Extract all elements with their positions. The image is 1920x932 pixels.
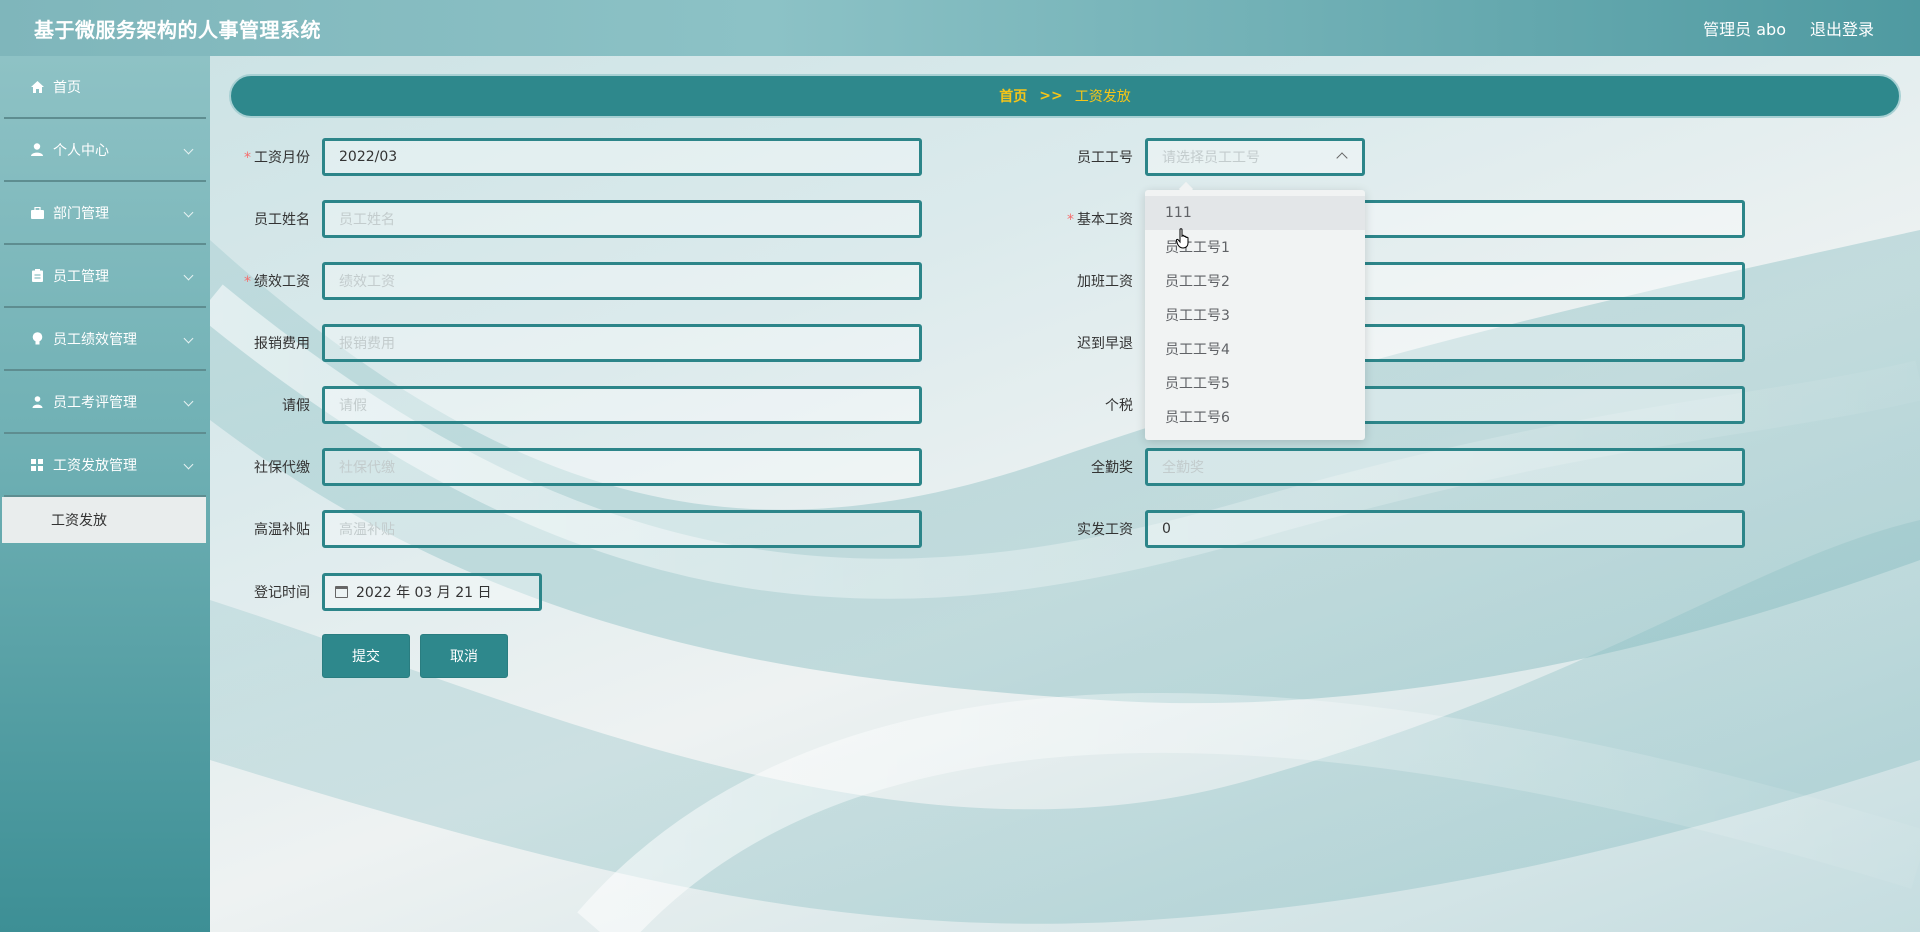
chevron-up-icon <box>1336 152 1348 164</box>
header-actions: 管理员 abo 退出登录 <box>1703 16 1874 40</box>
form-row-net-pay: 实发工资 0 <box>0 510 1745 548</box>
form-row-income-tax: 个税 <box>0 386 1745 424</box>
home-icon <box>30 80 44 94</box>
form-row-late-early: 迟到早退 <box>0 324 1745 362</box>
register-time-value: 2022 年 03 月 21 日 <box>356 585 492 601</box>
sidebar-item-home[interactable]: 首页 <box>4 56 206 119</box>
breadcrumb-current: 工资发放 <box>1074 89 1131 105</box>
top-header: 基于微服务架构的人事管理系统 管理员 abo 退出登录 <box>0 0 1920 56</box>
form-row-employee-id: 员工工号 请选择员工工号 <box>0 138 1365 176</box>
hand-cursor-icon <box>1176 228 1189 249</box>
dropdown-option[interactable]: 员工工号4 <box>1145 332 1365 366</box>
field-label: 加班工资 <box>1077 274 1133 290</box>
field-label: 个税 <box>1105 398 1133 414</box>
cancel-button[interactable]: 取消 <box>420 634 508 678</box>
net-pay-input[interactable]: 0 <box>1145 510 1745 548</box>
dropdown-option[interactable]: 员工工号5 <box>1145 366 1365 400</box>
user-label: 管理员 abo <box>1703 20 1786 39</box>
field-label: 员工工号 <box>1077 150 1133 166</box>
register-time-datepicker[interactable]: 2022 年 03 月 21 日 <box>322 573 542 611</box>
field-label: 登记时间 <box>254 585 310 601</box>
employee-id-select[interactable]: 请选择员工工号 <box>1145 138 1365 176</box>
logout-link[interactable]: 退出登录 <box>1810 16 1874 40</box>
dropdown-option[interactable]: 员工工号3 <box>1145 298 1365 332</box>
sidebar-item-label: 首页 <box>53 79 81 96</box>
field-label: 实发工资 <box>1077 522 1133 538</box>
dropdown-option[interactable]: 员工工号2 <box>1145 264 1365 298</box>
calendar-icon <box>335 586 348 598</box>
select-placeholder: 请选择员工工号 <box>1162 150 1260 166</box>
breadcrumb: 首页 >> 工资发放 <box>229 74 1901 118</box>
field-label: 迟到早退 <box>1077 336 1133 352</box>
breadcrumb-separator: >> <box>1039 88 1063 104</box>
form-row-register-time: 登记时间 2022 年 03 月 21 日 <box>0 573 542 611</box>
form-row-overtime-pay: 加班工资 <box>0 262 1745 300</box>
breadcrumb-home[interactable]: 首页 <box>999 86 1027 106</box>
field-label: 全勤奖 <box>1091 460 1133 476</box>
form-row-full-attendance: 全勤奖 全勤奖 <box>0 448 1745 486</box>
dropdown-option[interactable]: 111 <box>1145 196 1365 230</box>
full-attendance-input[interactable]: 全勤奖 <box>1145 448 1745 486</box>
dropdown-option[interactable]: 员工工号6 <box>1145 400 1365 434</box>
form-row-base-salary: * 基本工资 <box>0 200 1745 238</box>
field-label: * 基本工资 <box>1067 212 1133 228</box>
submit-button[interactable]: 提交 <box>322 634 410 678</box>
sidebar: 首页 个人中心 部门管理 员工管理 员工绩效管理 员工考评管理 工资发放管理 工… <box>0 56 210 932</box>
app-title: 基于微服务架构的人事管理系统 <box>34 18 321 42</box>
